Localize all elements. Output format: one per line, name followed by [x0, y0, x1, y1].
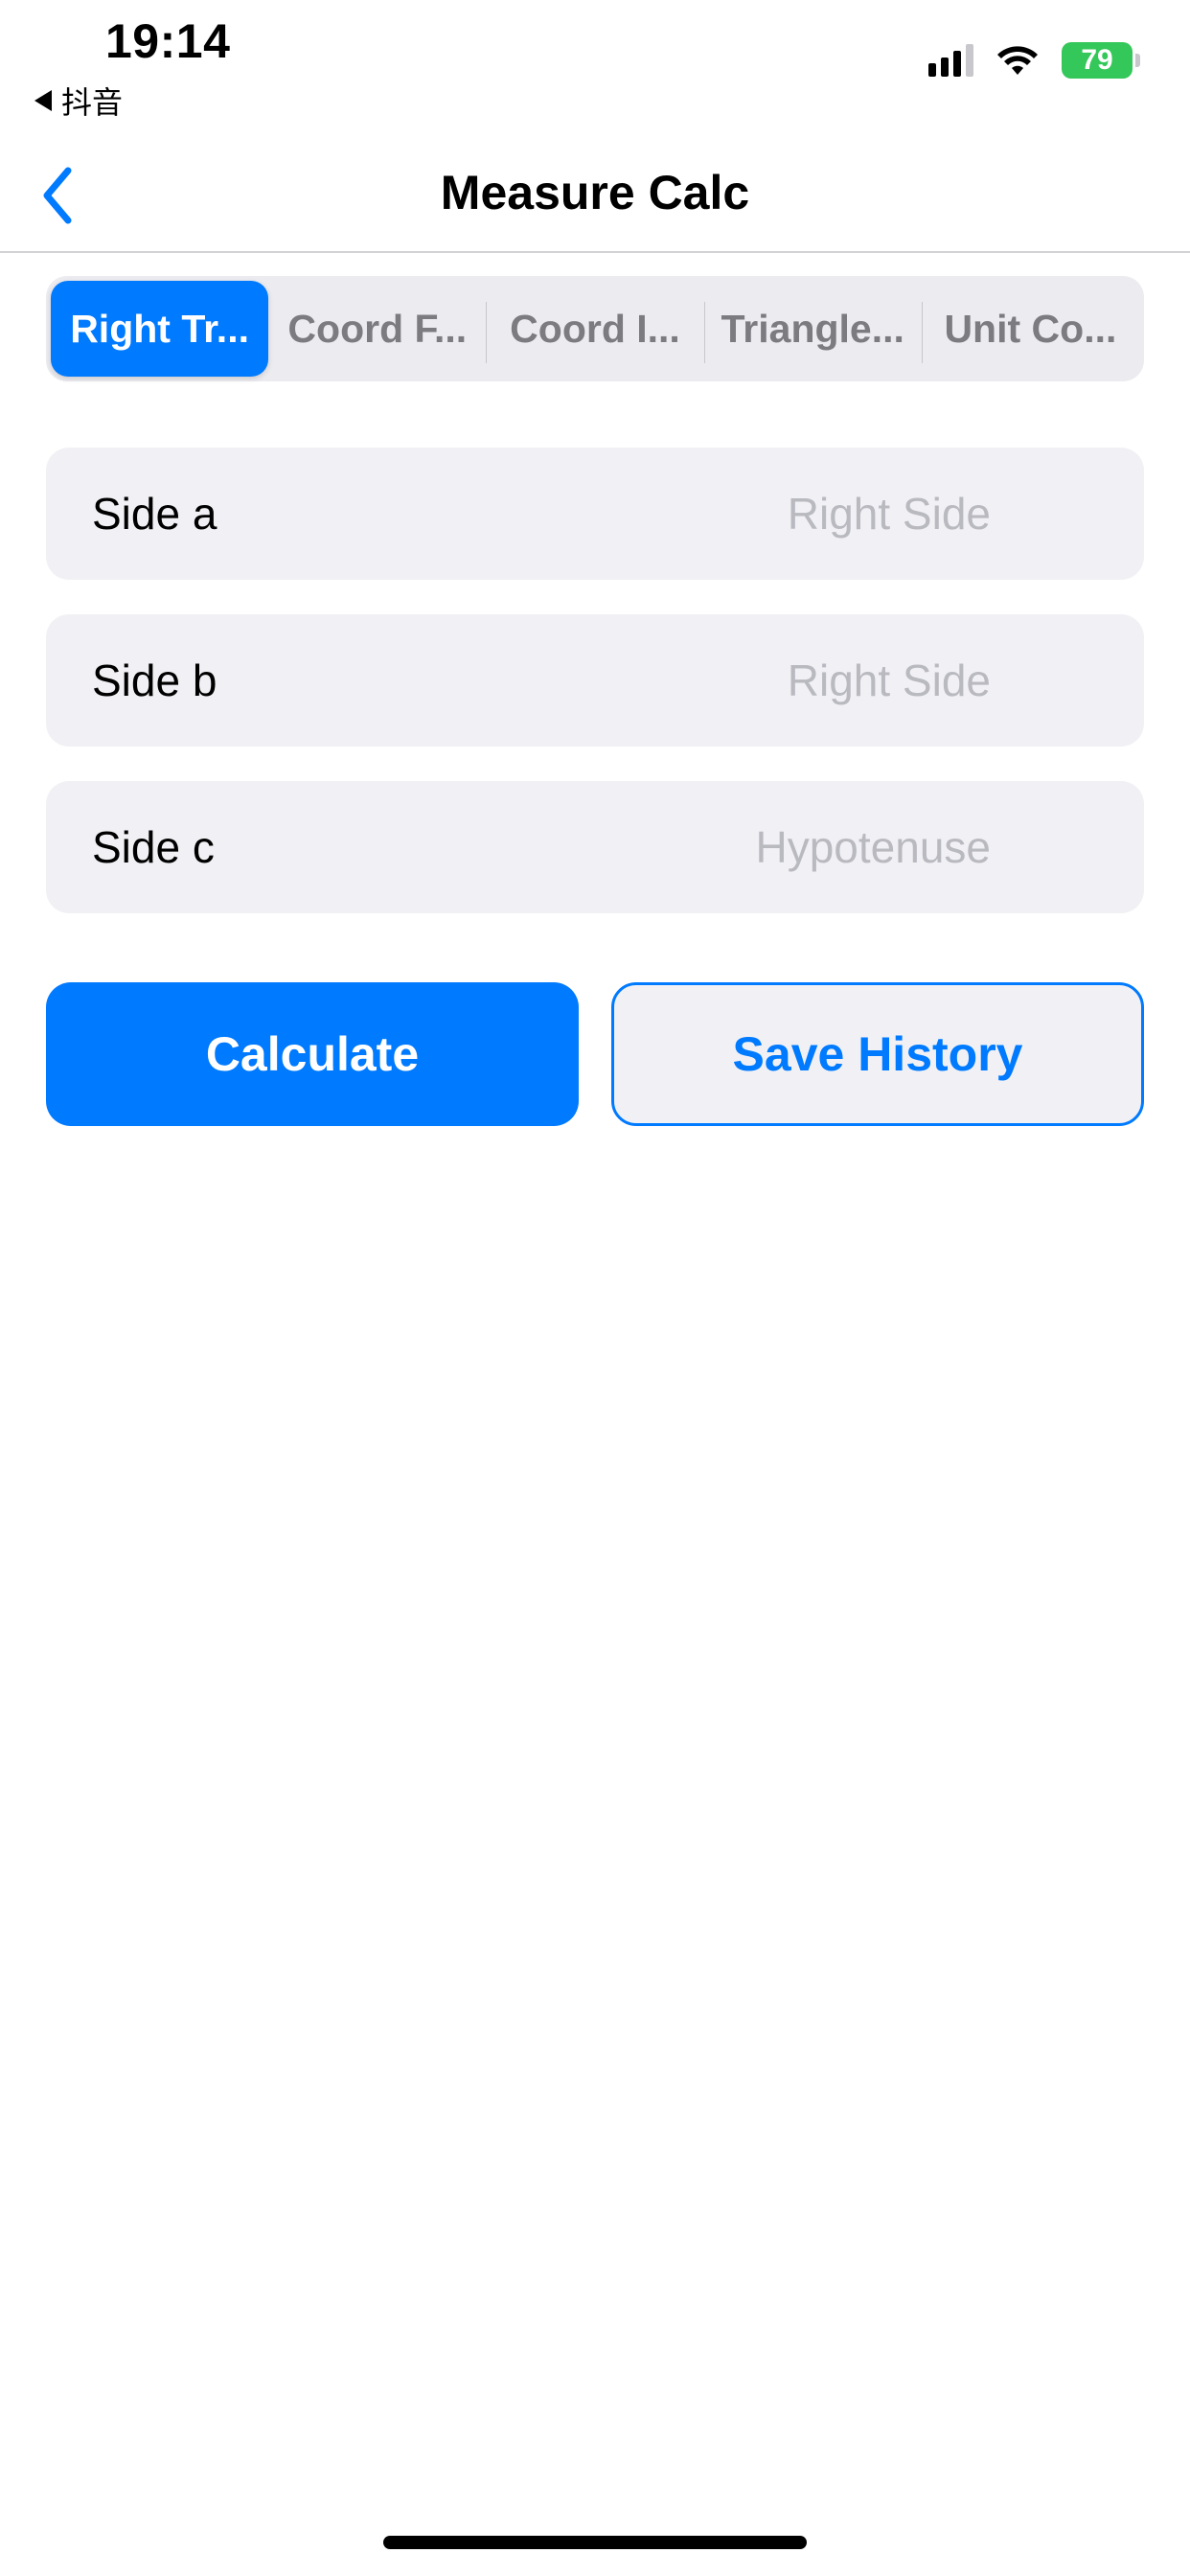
- status-indicators: 79: [928, 42, 1140, 79]
- tab-label: Right Tr...: [70, 306, 249, 351]
- tab-label: Coord F...: [287, 306, 468, 351]
- side-c-label: Side c: [92, 822, 215, 872]
- status-time: 19:14: [105, 14, 231, 68]
- tab-label: Unit Co...: [944, 306, 1117, 351]
- back-triangle-icon: [34, 90, 52, 111]
- side-c-input[interactable]: [588, 821, 991, 873]
- tab-right-triangle[interactable]: Right Tr...: [51, 281, 269, 377]
- wifi-icon: [997, 46, 1038, 75]
- calculator-type-tabs: Right Tr... Coord F... Coord I... Triang…: [46, 276, 1144, 381]
- tab-coord-i[interactable]: Coord I...: [486, 281, 703, 377]
- tab-divider: [921, 302, 923, 363]
- side-a-label: Side a: [92, 489, 217, 539]
- back-app-label: 抖音: [61, 84, 124, 121]
- side-b-input[interactable]: [588, 655, 991, 706]
- side-b-label: Side b: [92, 656, 217, 705]
- tab-label: Coord I...: [510, 306, 680, 351]
- side-a-input[interactable]: [588, 488, 991, 540]
- home-indicator[interactable]: [383, 2536, 807, 2549]
- tab-divider: [486, 302, 488, 363]
- tab-coord-f[interactable]: Coord F...: [268, 281, 486, 377]
- navigation-bar: Measure Calc: [0, 134, 1190, 253]
- battery-icon: 79: [1062, 42, 1140, 79]
- save-history-button[interactable]: Save History: [611, 982, 1144, 1126]
- tab-unit-conversion[interactable]: Unit Co...: [921, 281, 1139, 377]
- cellular-signal-icon: [928, 44, 973, 77]
- tab-triangle[interactable]: Triangle...: [703, 281, 922, 377]
- back-to-app[interactable]: 抖音: [34, 79, 123, 123]
- side-a-row: Side a: [46, 448, 1144, 580]
- tab-label: Triangle...: [721, 306, 904, 351]
- calculate-button[interactable]: Calculate: [46, 982, 579, 1126]
- page-title: Measure Calc: [440, 166, 750, 219]
- screen: 19:14 抖音 79 Measure Calc Right Tr... Coo…: [0, 0, 1190, 2576]
- tab-divider: [703, 302, 705, 363]
- side-c-row: Side c: [46, 781, 1144, 913]
- side-b-row: Side b: [46, 614, 1144, 747]
- battery-level: 79: [1081, 44, 1113, 76]
